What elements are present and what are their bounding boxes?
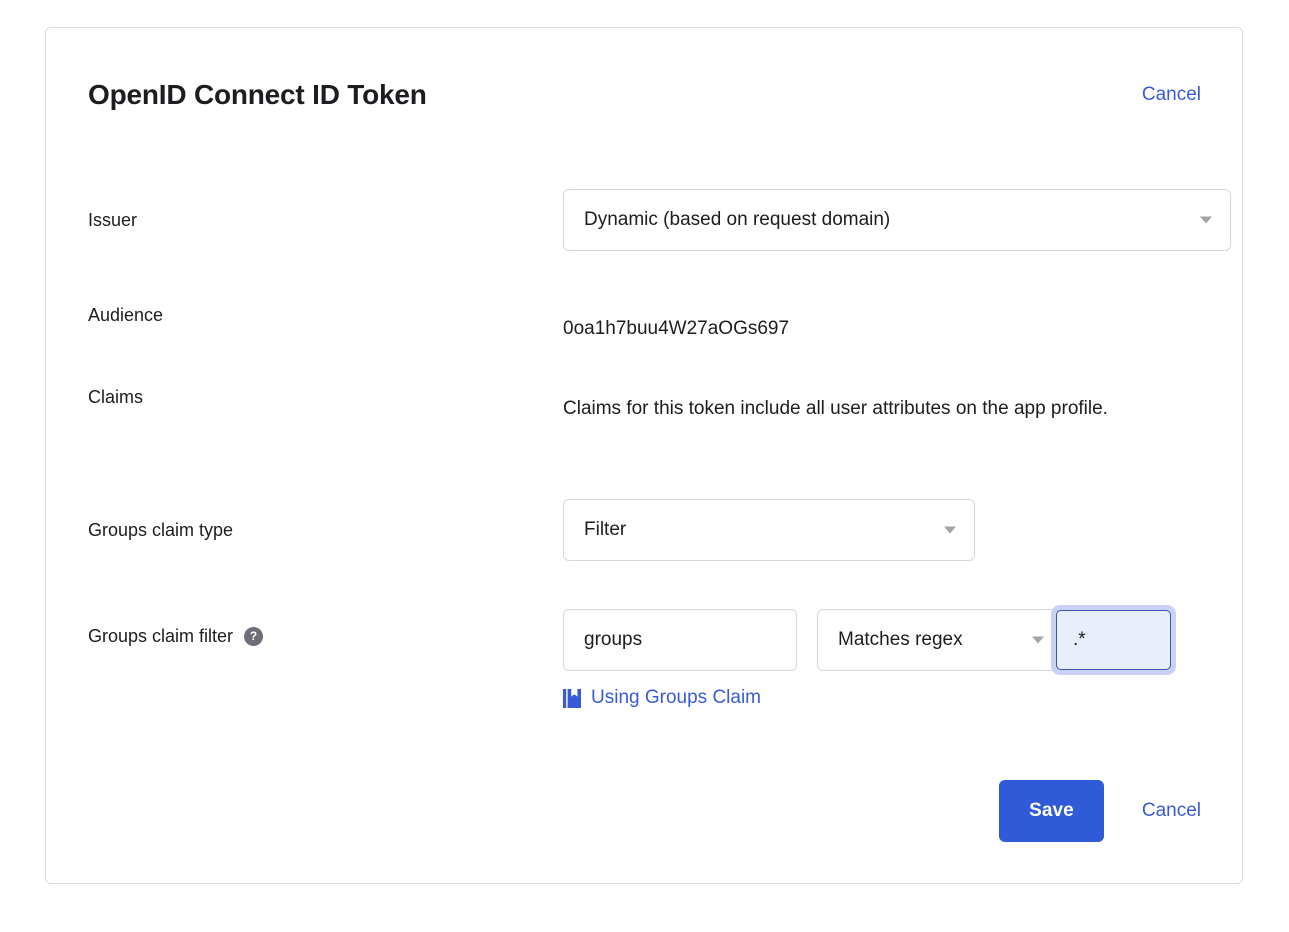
row-audience: Audience 0oa1h7buu4W27aOGs697 [88,303,1209,343]
cancel-link-top[interactable]: Cancel [1142,84,1201,106]
groups-claim-type-label-text: Groups claim type [88,518,233,542]
save-button[interactable]: Save [999,780,1104,842]
using-groups-claim-link[interactable]: Using Groups Claim [591,687,761,709]
issuer-field: Dynamic (based on request domain) [563,189,1231,251]
row-groups-claim-type: Groups claim type Filter [88,499,1209,561]
groups-claim-type-select[interactable]: Filter [563,499,975,561]
issuer-select[interactable]: Dynamic (based on request domain) [563,189,1231,251]
audience-field: 0oa1h7buu4W27aOGs697 [563,303,1209,343]
groups-claim-name-value: groups [584,629,642,651]
issuer-label: Issuer [88,189,563,232]
groups-claim-type-select-value: Filter [584,519,626,541]
page-title: OpenID Connect ID Token [88,78,427,112]
groups-claim-type-label: Groups claim type [88,499,563,542]
groups-claim-filter-field: groups Matches regex .* [563,605,1209,675]
groups-claim-name-input[interactable]: groups [563,609,797,671]
row-claims: Claims Claims for this token include all… [88,385,1209,429]
chevron-down-icon [944,527,956,534]
issuer-label-text: Issuer [88,208,137,232]
claims-description: Claims for this token include all user a… [563,385,1203,429]
groups-claim-operator-select[interactable]: Matches regex [817,609,1063,671]
issuer-select-value: Dynamic (based on request domain) [584,209,890,231]
audience-value: 0oa1h7buu4W27aOGs697 [563,303,1209,343]
openid-connect-id-token-card: OpenID Connect ID Token Cancel Issuer Dy… [45,27,1243,884]
audience-label-text: Audience [88,303,163,327]
groups-claim-filter-label: Groups claim filter ? [88,605,563,648]
claims-label: Claims [88,385,563,409]
help-circle-icon[interactable]: ? [244,627,263,646]
dialog-actions: Save Cancel [999,780,1209,842]
groups-claim-regex-value: .* [1073,629,1086,651]
groups-claim-regex-input[interactable]: .* [1056,610,1171,670]
row-issuer: Issuer Dynamic (based on request domain) [88,189,1209,251]
audience-label: Audience [88,303,563,327]
groups-claim-filter-label-text: Groups claim filter [88,624,233,648]
groups-claim-filter-controls: groups Matches regex .* [563,605,1209,675]
book-icon [563,689,581,708]
groups-claim-operator-value: Matches regex [838,629,963,651]
doc-link-row: Using Groups Claim [563,687,761,709]
claims-field: Claims for this token include all user a… [563,385,1209,429]
claims-label-text: Claims [88,385,143,409]
groups-claim-type-field: Filter [563,499,1209,561]
dialog-header: OpenID Connect ID Token Cancel [88,74,1209,116]
groups-claim-regex-focus-ring: .* [1051,605,1176,675]
chevron-down-icon [1032,637,1044,644]
chevron-down-icon [1200,217,1212,224]
row-groups-claim-filter: Groups claim filter ? groups Matches reg… [88,605,1209,675]
cancel-link-bottom[interactable]: Cancel [1142,800,1201,822]
